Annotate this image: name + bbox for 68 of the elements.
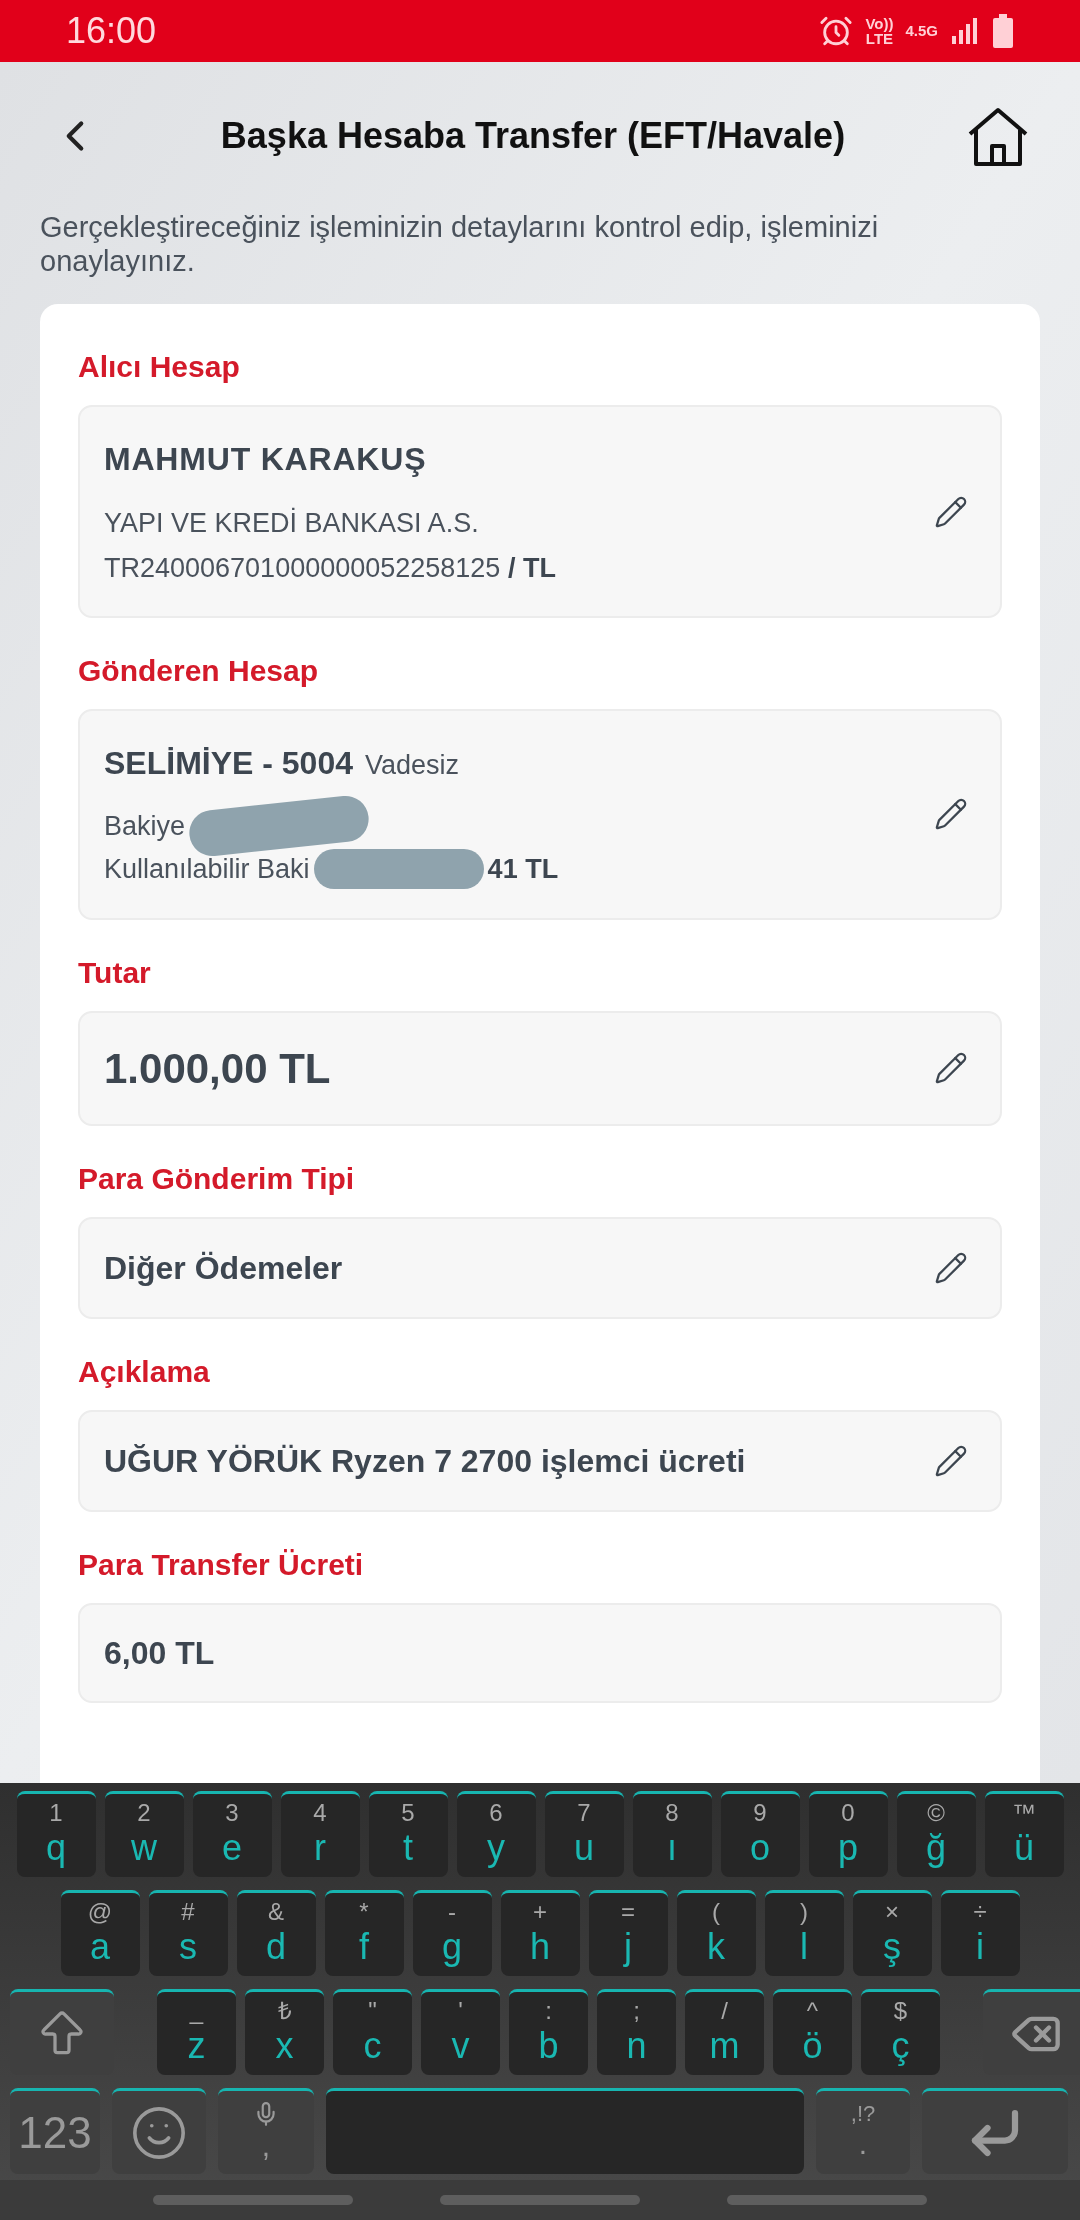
keyboard-key[interactable]: ) l xyxy=(764,1890,844,1976)
keyboard-key[interactable]: 7 u xyxy=(544,1791,624,1877)
keyboard-key[interactable]: : b xyxy=(509,1989,588,2075)
keyboard-key[interactable]: @ a xyxy=(60,1890,140,1976)
balance-label: Bakiye xyxy=(104,809,186,843)
account-name: SELİMİYE - 5004 xyxy=(104,744,353,783)
keyboard-key[interactable]: ( k xyxy=(676,1890,756,1976)
account-type: Vadesiz xyxy=(365,749,460,782)
nav-handle[interactable] xyxy=(726,2195,927,2205)
enter-key[interactable] xyxy=(922,2088,1068,2174)
keyboard-key[interactable]: 8 ı xyxy=(632,1791,712,1877)
available-balance-label: Kullanılabilir Baki xyxy=(104,853,310,886)
keyboard-key[interactable]: - g xyxy=(412,1890,492,1976)
keyboard-key[interactable]: $ ç xyxy=(861,1989,940,2075)
keyboard-key[interactable]: + h xyxy=(500,1890,580,1976)
keyboard-key[interactable]: # s xyxy=(148,1890,228,1976)
page-title: Başka Hesaba Transfer (EFT/Havale) xyxy=(220,114,846,158)
nav-handle[interactable] xyxy=(153,2195,354,2205)
available-balance-value: 41 TL xyxy=(487,853,559,886)
keyboard-key[interactable]: _ z xyxy=(157,1989,236,2075)
keyboard-key[interactable]: 5 t xyxy=(368,1791,448,1877)
field-value: UĞUR YÖRÜK Ryzen 7 2700 işlemci ücreti xyxy=(104,1441,746,1481)
volte-text: Vo)) xyxy=(865,16,894,31)
nav-handle[interactable] xyxy=(440,2195,640,2205)
section-label: Para Gönderim Tipi xyxy=(78,1160,356,1197)
voice-comma-key[interactable]: , xyxy=(218,2088,314,2174)
keyboard-key[interactable]: & d xyxy=(236,1890,316,1976)
section-label: Tutar xyxy=(78,954,152,991)
amount-value: 1.000,00 TL xyxy=(104,1043,331,1094)
keyboard-key[interactable]: 9 o xyxy=(720,1791,800,1877)
signal-icon xyxy=(950,16,980,46)
battery-icon xyxy=(992,14,1014,48)
keyboard-key[interactable]: 4 r xyxy=(280,1791,360,1877)
keyboard-key[interactable]: " c xyxy=(333,1989,412,2075)
keyboard-key[interactable]: ' v xyxy=(421,1989,500,2075)
numbers-key[interactable]: 123 xyxy=(10,2088,100,2174)
keyboard-key[interactable]: 2 w xyxy=(104,1791,184,1877)
keyboard-key[interactable]: ™ ü xyxy=(984,1791,1064,1877)
keyboard-key[interactable]: 6 y xyxy=(456,1791,536,1877)
keyboard-key[interactable]: = j xyxy=(588,1890,668,1976)
keyboard-key[interactable]: * f xyxy=(324,1890,404,1976)
keyboard-key[interactable]: / m xyxy=(685,1989,764,2075)
section-label: Gönderen Hesap xyxy=(78,653,320,689)
clock-time: 16:00 xyxy=(66,9,157,53)
keyboard-key[interactable]: ÷ i xyxy=(940,1890,1020,1976)
bank-name: YAPI VE KREDİ BANKASI A.S. xyxy=(104,506,480,540)
section-label: Açıklama xyxy=(78,1353,211,1390)
keyboard-key[interactable]: ₺ x xyxy=(245,1989,324,2075)
punctuation-key[interactable]: ,!? . xyxy=(816,2088,910,2174)
emoji-key[interactable] xyxy=(112,2088,206,2174)
keyboard-key[interactable]: ^ ö xyxy=(773,1989,852,2075)
keyboard-key[interactable]: 0 p xyxy=(808,1791,888,1877)
keyboard-key[interactable]: © ğ xyxy=(896,1791,976,1877)
field-value: 6,00 TL xyxy=(104,1633,215,1673)
section-label: Para Transfer Ücreti xyxy=(78,1546,365,1583)
keyboard-key[interactable]: × ş xyxy=(852,1890,932,1976)
keyboard-key[interactable]: ; n xyxy=(597,1989,676,2075)
alarm-icon xyxy=(819,14,854,48)
data-type-text: 4.5G xyxy=(905,20,938,41)
field-value: Diğer Ödemeler xyxy=(104,1248,343,1288)
lte-text: LTE xyxy=(865,31,894,46)
iban-text: TR240006701000000052258125 / TL xyxy=(104,551,556,585)
recipient-name: MAHMUT KARAKUŞ xyxy=(104,440,428,479)
keyboard-key[interactable]: 3 e xyxy=(192,1791,272,1877)
keyboard-key[interactable]: 1 q xyxy=(16,1791,96,1877)
description-text: Gerçekleştireceğiniz işleminizin detaylarını kontrol edip, işleminizi onaylayınız. xyxy=(39,210,880,278)
section-label: Alıcı Hesap xyxy=(78,349,241,385)
space-key[interactable] xyxy=(326,2088,804,2174)
